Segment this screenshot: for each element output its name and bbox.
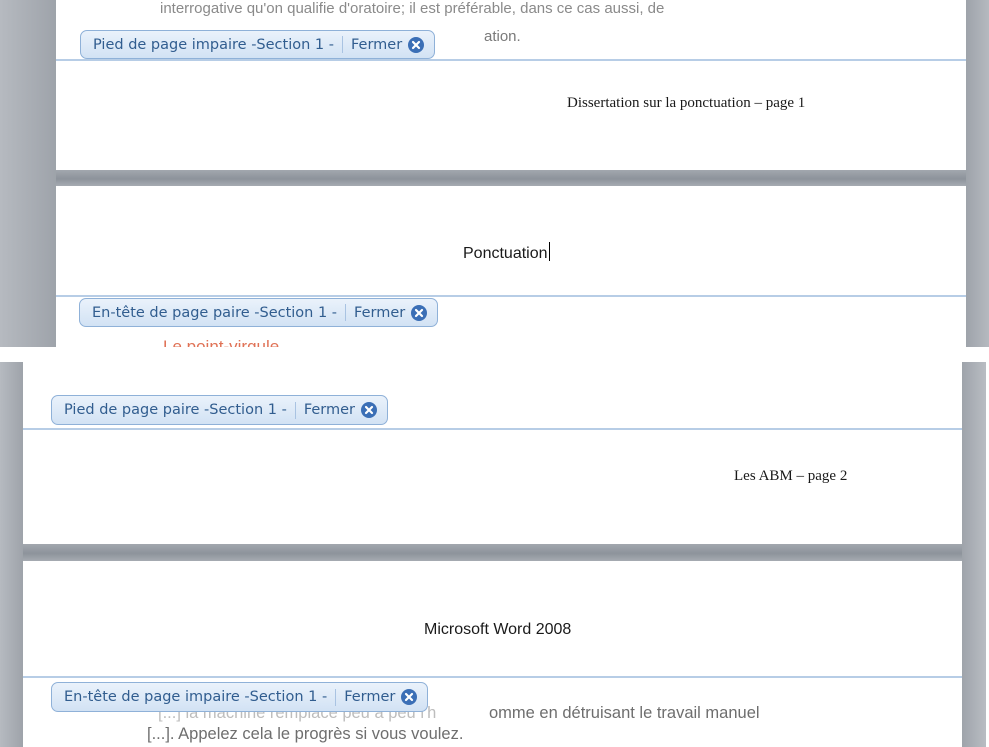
body-text-line[interactable]: interrogative qu'on qualifie d'oratoire;… xyxy=(160,0,664,18)
close-label: Fermer xyxy=(344,689,396,705)
close-icon xyxy=(361,402,378,418)
body-text-line[interactable]: ation. xyxy=(484,28,521,46)
header-text[interactable]: Microsoft Word 2008 xyxy=(424,621,571,639)
footer-boundary-line xyxy=(23,428,962,430)
page-1[interactable]: interrogative qu'on qualifie d'oratoire;… xyxy=(56,0,966,170)
body-text-line[interactable]: [...]. Appelez cela le progrès si vous v… xyxy=(147,725,463,743)
page-gap xyxy=(23,544,962,561)
tab-separator xyxy=(341,36,343,53)
close-label: Fermer xyxy=(350,36,403,53)
close-icon xyxy=(411,304,428,321)
document-view-bottom: Les ABM – page 2 Pied de page paire -Sec… xyxy=(0,362,989,747)
footer-text[interactable]: Les ABM – page 2 xyxy=(734,468,847,485)
header-boundary-line xyxy=(56,295,966,297)
text-cursor xyxy=(548,242,550,261)
header-text[interactable]: Ponctuation xyxy=(463,242,550,263)
header-tab: En-tête de page impaire -Section 1 - Fer… xyxy=(51,682,429,712)
close-label: Fermer xyxy=(303,402,356,418)
tab-separator xyxy=(294,401,296,419)
close-header-button[interactable]: Fermer xyxy=(354,304,428,321)
page-gutter-right xyxy=(962,362,986,747)
header-tab-label: En-tête de page paire -Section 1 - xyxy=(92,304,338,321)
footer-tab: Pied de page paire -Section 1 - Fermer xyxy=(51,395,389,425)
footer-tab-label: Pied de page impaire -Section 1 - xyxy=(93,36,334,53)
page-gap xyxy=(56,170,966,186)
header-tab: En-tête de page paire -Section 1 - Ferme… xyxy=(79,298,439,327)
close-icon xyxy=(408,36,425,53)
page-2-bottom[interactable]: Les ABM – page 2 xyxy=(23,362,962,544)
section-heading[interactable]: Le point-virgule xyxy=(163,337,279,347)
header-tab-label: En-tête de page impaire -Section 1 - xyxy=(64,689,328,705)
page-gutter-left xyxy=(0,0,56,347)
footer-tab: Pied de page impaire -Section 1 - Fermer xyxy=(80,30,436,59)
footer-text[interactable]: Dissertation sur la ponctuation – page 1 xyxy=(567,95,805,112)
header-boundary-line xyxy=(23,676,962,678)
document-view-top: interrogative qu'on qualifie d'oratoire;… xyxy=(0,0,989,347)
close-label: Fermer xyxy=(354,304,406,321)
tab-separator xyxy=(345,304,347,321)
page-3[interactable]: Microsoft Word 2008 [...] la machine rem… xyxy=(23,561,962,747)
close-footer-button[interactable]: Fermer xyxy=(350,36,425,53)
close-footer-button[interactable]: Fermer xyxy=(303,402,378,418)
close-icon xyxy=(401,689,418,705)
body-text-line[interactable]: omme en détruisant le travail manuel xyxy=(489,704,760,722)
tab-separator xyxy=(335,688,337,706)
footer-tab-label: Pied de page paire -Section 1 - xyxy=(64,402,287,418)
close-header-button[interactable]: Fermer xyxy=(344,689,418,705)
footer-boundary-line xyxy=(56,59,966,61)
page-gutter-right xyxy=(966,0,989,347)
page-gutter-left xyxy=(0,362,23,747)
